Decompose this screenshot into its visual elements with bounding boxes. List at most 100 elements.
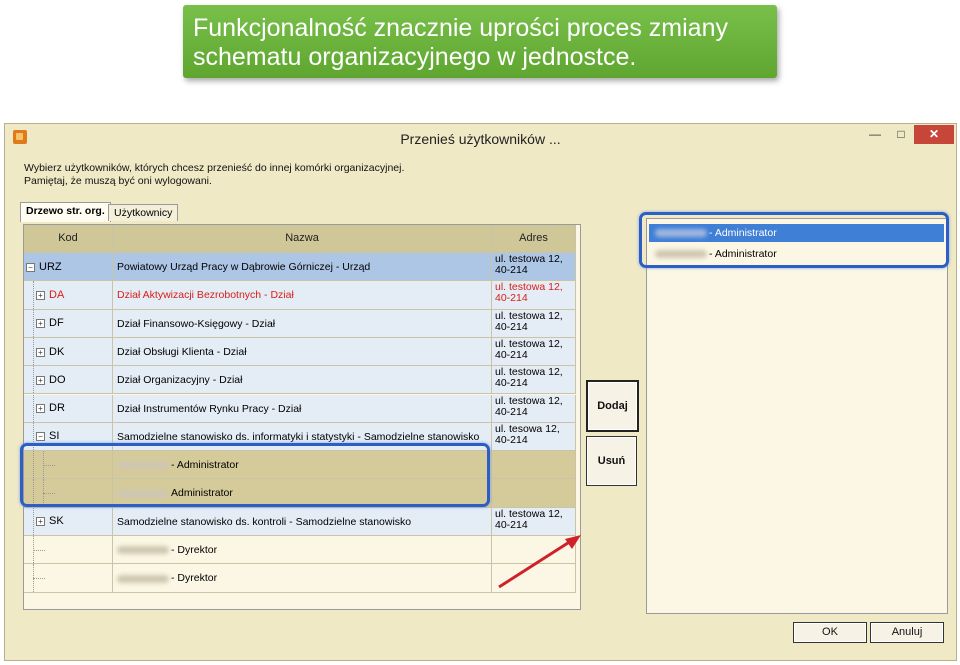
cell-code[interactable]: + DA (24, 281, 113, 310)
cell-name[interactable]: Dział Instrumentów Rynku Pracy - Dział (113, 394, 492, 423)
unit-code: DF (49, 317, 64, 330)
unit-name: Powiatowy Urząd Pracy w Dąbrowie Górnicz… (117, 261, 371, 273)
unit-name: Samodzielne stanowisko ds. informatyki i… (117, 430, 480, 443)
tree-line (33, 309, 34, 337)
expand-icon[interactable]: + (36, 375, 45, 385)
add-button[interactable]: Dodaj (586, 380, 639, 432)
minimize-button[interactable]: — (862, 125, 888, 144)
address-postal: 40-214 (495, 264, 528, 276)
redacted-name (117, 574, 169, 583)
column-header-code[interactable]: Kod (24, 225, 113, 253)
instructions-line-2: Pamiętaj, że muszą być oni wylogowani. (24, 175, 212, 187)
unit-name: Dział Finansowo-Księgowy - Dział (117, 317, 276, 330)
unit-address: ul. testowa 12, 40-214 (495, 508, 563, 531)
grid-users-highlight (20, 443, 490, 507)
unit-code: DR (49, 402, 65, 415)
cell-address[interactable]: ul. testowa 12, 40-214 (492, 253, 576, 282)
cell-address[interactable]: ul. testowa 12, 40-214 (492, 281, 576, 310)
maximize-button[interactable]: □ (888, 125, 914, 144)
cell-address[interactable]: ul. tesowa 12, 40-214 (492, 422, 576, 452)
selected-users-highlight (639, 212, 949, 268)
address-postal: 40-214 (495, 377, 528, 390)
cell-name[interactable]: Samodzielne stanowisko ds. kontroli - Sa… (113, 507, 492, 536)
cell-name[interactable]: Dział Organizacyjny - Dział (113, 366, 492, 395)
column-header-name[interactable]: Nazwa (113, 225, 492, 253)
cell-address[interactable]: ul. testowa 12, 40-214 (492, 337, 576, 367)
title-bar: Przenieś użytkowników ... — □ ✕ (5, 124, 956, 152)
banner-line-2: schematu organizacyjnego w jednostce. (193, 43, 637, 71)
cell-code[interactable]: + DF (24, 309, 113, 338)
column-header-address[interactable]: Adres (492, 225, 576, 253)
move-arrow-icon (498, 535, 581, 589)
expand-icon[interactable]: + (36, 404, 45, 414)
cell-name[interactable]: Dział Obsługi Klienta - Dział (113, 337, 492, 367)
collapse-icon[interactable]: − (36, 432, 45, 442)
unit-address: ul. testowa 12, 40-214 (495, 394, 563, 418)
unit-address: ul. testowa 12, 40-214 (495, 310, 563, 333)
address-postal: 40-214 (495, 518, 528, 531)
unit-name: Dział Aktywizacji Bezrobotnych - Dział (117, 289, 294, 302)
table-row[interactable]: + DO Dział Organizacyjny - Dział ul. testow… (24, 366, 576, 395)
cell-address[interactable]: ul. testowa 12, 40-214 (492, 394, 576, 423)
unit-name: Samodzielne stanowisko ds. kontroli - Sa… (117, 515, 412, 528)
caption-banner: Funkcjonalność znacznie uprości proces z… (183, 5, 777, 78)
ok-button[interactable]: OK (793, 622, 867, 643)
cell-code[interactable]: + SK (24, 507, 113, 536)
instructions: Wybierz użytkowników, których chcesz prz… (24, 162, 404, 188)
table-row[interactable]: + DR Dział Instrumentów Rynku Pracy - Dzia… (24, 394, 576, 423)
cell-address[interactable] (492, 451, 576, 480)
expand-icon[interactable]: + (36, 347, 45, 357)
unit-code: SI (49, 430, 60, 443)
cell-code[interactable]: + DK (24, 337, 113, 367)
cell-code[interactable] (24, 564, 113, 593)
cell-name[interactable]: Dział Aktywizacji Bezrobotnych - Dział (113, 281, 492, 310)
table-row[interactable]: + SK Samodzielne stanowisko ds. kontroli -… (24, 507, 576, 536)
cell-name[interactable]: - Dyrektor (113, 536, 492, 565)
unit-code: DK (49, 345, 65, 358)
expand-icon[interactable]: + (36, 319, 45, 329)
unit-address: ul. testowa 12, 40-214 (495, 338, 563, 361)
cell-code[interactable]: + DO (24, 366, 113, 395)
cell-code[interactable]: − URZ (24, 253, 113, 282)
table-row[interactable]: - Dyrektor (24, 564, 576, 593)
tree-line (33, 507, 34, 535)
tree-line (33, 577, 45, 579)
tree-line (33, 366, 34, 394)
expand-icon[interactable]: + (36, 290, 45, 300)
instructions-line-1: Wybierz użytkowników, których chcesz prz… (24, 162, 405, 174)
cell-address[interactable]: ul. testowa 12, 40-214 (492, 366, 576, 395)
grid-horizontal-scrollbar[interactable] (23, 608, 579, 612)
tree-line (33, 281, 34, 309)
cancel-button[interactable]: Anuluj (870, 622, 944, 643)
cell-name[interactable]: Powiatowy Urząd Pracy w Dąbrowie Górnicz… (113, 253, 492, 282)
cell-address[interactable] (492, 479, 576, 508)
grid-header-row: Kod Nazwa Adres (24, 225, 576, 253)
redacted-name (117, 546, 169, 555)
address-street: ul. testowa 12, (495, 394, 563, 407)
table-row[interactable]: - Dyrektor (24, 536, 576, 565)
unit-code: DO (49, 373, 66, 386)
tab-users[interactable]: Użytkownicy (108, 204, 179, 221)
unit-address: ul. testowa 12, 40-214 (495, 282, 563, 304)
table-row[interactable]: + DK Dział Obsługi Klienta - Dział ul. test… (24, 337, 576, 367)
unit-code: SK (49, 515, 64, 528)
table-row[interactable]: − URZ Powiatowy Urząd Pracy w Dąbrowie Gór… (24, 253, 576, 282)
table-row[interactable]: + DF Dział Finansowo-Księgowy - Dział ul. t… (24, 309, 576, 338)
collapse-icon[interactable]: − (26, 262, 35, 272)
cell-name[interactable]: Dział Finansowo-Księgowy - Dział (113, 309, 492, 338)
expand-icon[interactable]: + (36, 517, 45, 527)
cell-code[interactable]: + DR (24, 394, 113, 423)
cell-name[interactable]: - Dyrektor (113, 564, 492, 593)
cell-address[interactable]: ul. testowa 12, 40-214 (492, 309, 576, 338)
close-button[interactable]: ✕ (914, 125, 954, 144)
unit-address: ul. testowa 12, 40-214 (495, 254, 563, 276)
remove-button[interactable]: Usuń (586, 436, 637, 486)
address-postal: 40-214 (495, 348, 528, 361)
user-role: - Dyrektor (171, 572, 218, 585)
cell-code[interactable] (24, 536, 113, 565)
unit-code: URZ (39, 260, 62, 273)
table-row[interactable]: + DA Dział Aktywizacji Bezrobotnych - Dzia… (24, 281, 576, 310)
window-title: Przenieś użytkowników ... (400, 131, 561, 147)
tab-org-tree[interactable]: Drzewo str. org. (20, 202, 111, 222)
cell-address[interactable]: ul. testowa 12, 40-214 (492, 507, 576, 536)
